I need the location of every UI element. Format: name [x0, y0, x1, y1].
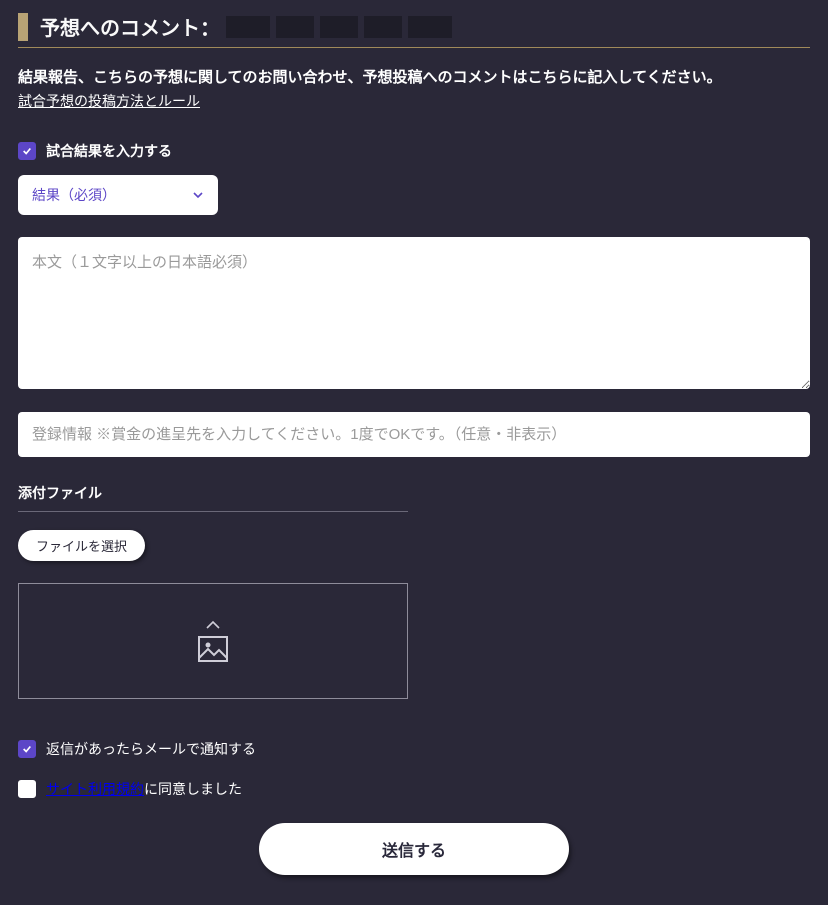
- notify-checkbox-row[interactable]: 返信があったらメールで通知する: [18, 739, 810, 759]
- rules-link[interactable]: 試合予想の投稿方法とルール: [18, 91, 200, 111]
- tos-checkbox-row[interactable]: サイト利用規約に同意しました: [18, 779, 810, 799]
- attachment-preview-box[interactable]: [18, 583, 408, 699]
- tos-label: サイト利用規約に同意しました: [46, 779, 242, 799]
- tos-checkbox[interactable]: [18, 780, 36, 798]
- submit-button[interactable]: 送信する: [259, 823, 569, 875]
- notify-label: 返信があったらメールで通知する: [46, 739, 256, 759]
- attachment-section-title: 添付ファイル: [18, 483, 408, 512]
- submit-row: 送信する: [18, 823, 810, 875]
- redacted-title-segment: [226, 16, 452, 38]
- registration-info-input[interactable]: [18, 412, 810, 457]
- result-select-placeholder: 結果（必須）: [32, 185, 116, 205]
- enter-result-checkbox-row[interactable]: 試合結果を入力する: [18, 141, 810, 161]
- file-select-button[interactable]: ファイルを選択: [18, 530, 145, 561]
- body-textarea[interactable]: [18, 237, 810, 389]
- tos-link[interactable]: サイト利用規約: [46, 781, 144, 797]
- check-icon: [22, 744, 32, 754]
- page-title-row: 予想へのコメント：: [18, 12, 810, 48]
- chevron-up-icon: [205, 620, 221, 630]
- page-title: 予想へのコメント：: [40, 12, 220, 41]
- notify-checkbox[interactable]: [18, 740, 36, 758]
- image-icon: [198, 636, 228, 662]
- title-accent-bar: [18, 13, 28, 41]
- enter-result-checkbox[interactable]: [18, 142, 36, 160]
- check-icon: [22, 146, 32, 156]
- enter-result-label: 試合結果を入力する: [46, 141, 172, 161]
- intro-text: 結果報告、こちらの予想に関してのお問い合わせ、予想投稿へのコメントはこちらに記入…: [18, 66, 810, 87]
- result-select[interactable]: 結果（必須）: [18, 175, 218, 215]
- chevron-down-icon: [192, 189, 204, 201]
- tos-label-rest: に同意しました: [144, 781, 242, 797]
